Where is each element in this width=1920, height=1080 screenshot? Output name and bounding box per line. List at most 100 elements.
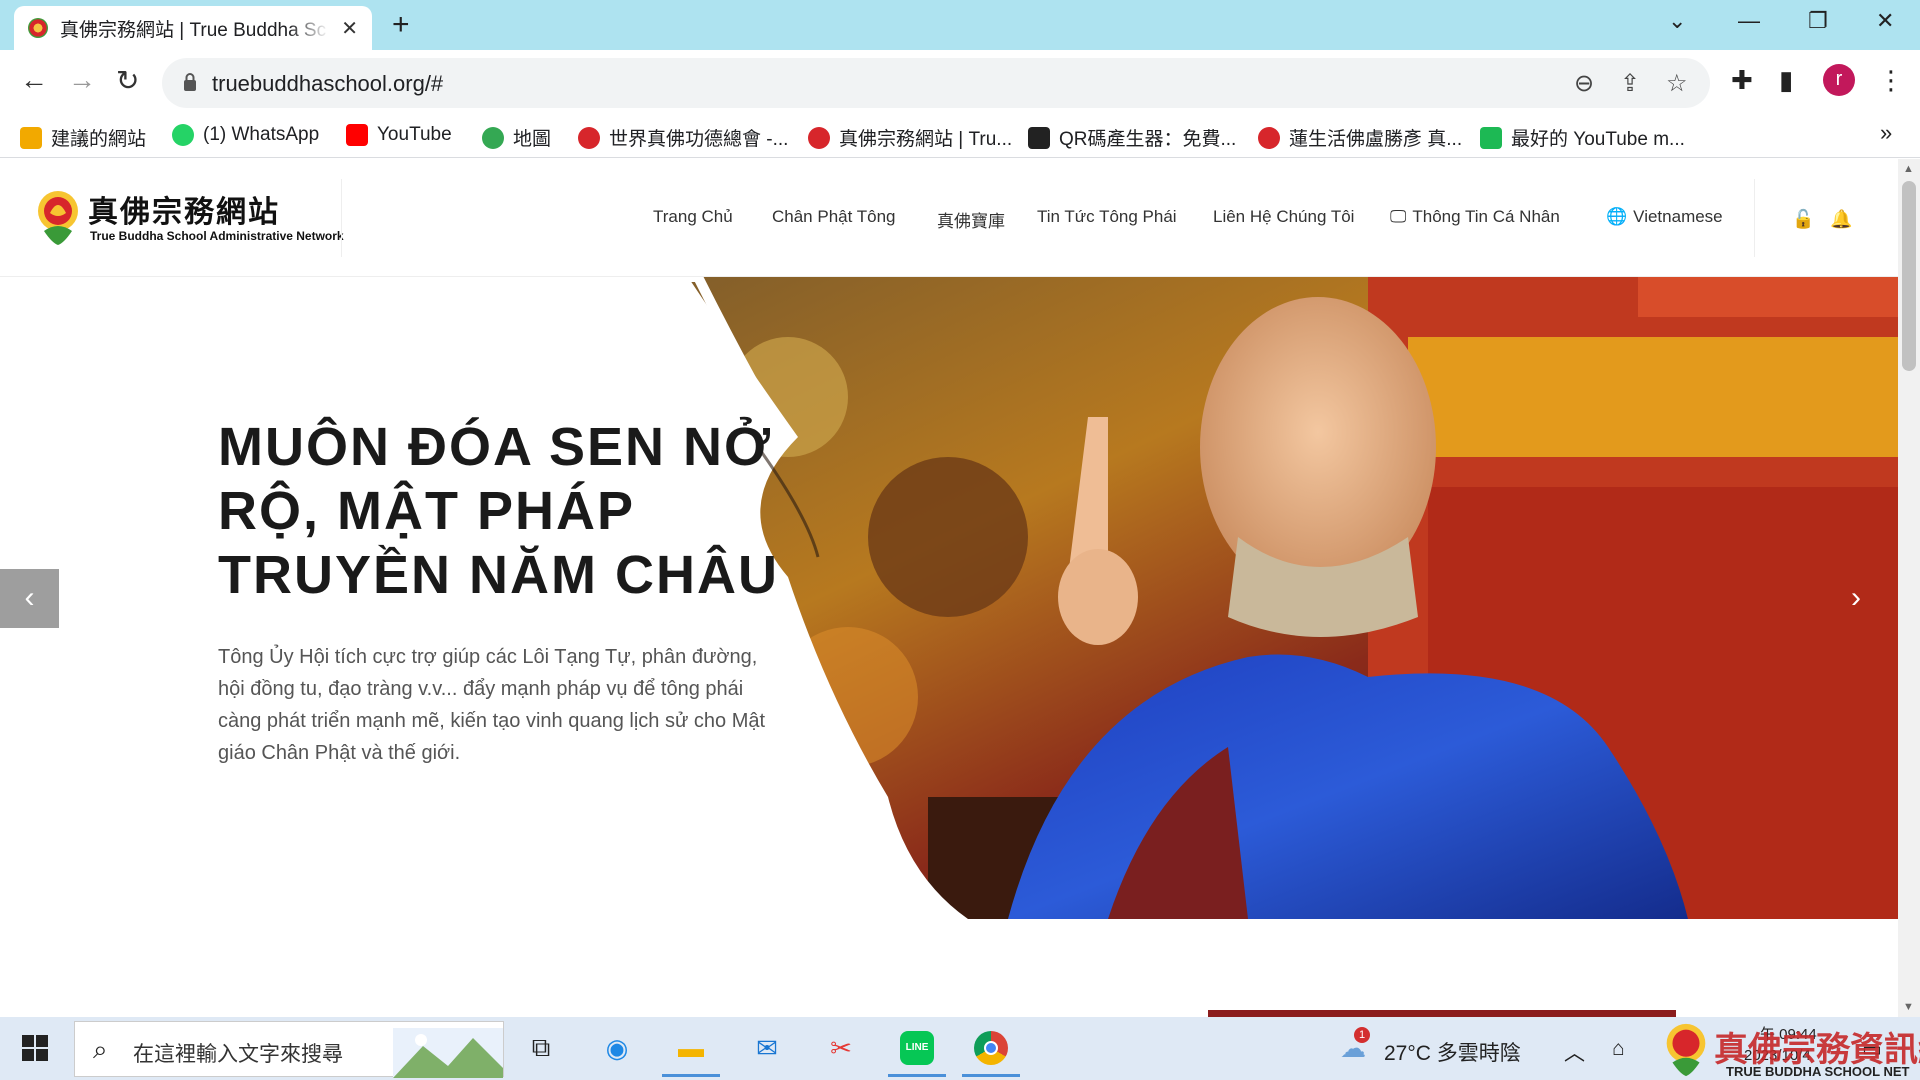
tab-strip: 真佛宗務網站 | True Buddha Sc ✕ + ⌄ — ❐ ✕: [0, 0, 1920, 50]
menu-item-contact[interactable]: Liên Hệ Chúng Tôi: [1213, 207, 1354, 227]
more-menu-icon[interactable]: ⋮: [1878, 65, 1904, 96]
lotus-emblem-icon: [38, 191, 78, 245]
slider-next-button[interactable]: ›: [1836, 569, 1876, 628]
edge-browser-icon[interactable]: ◉: [596, 1027, 638, 1069]
site-logo[interactable]: 真佛宗務網站 True Buddha School Administrative…: [34, 187, 344, 249]
bookmark-label: 世界真佛功德總會 -...: [609, 129, 789, 150]
menu-label: Liên Hệ Chúng Tôi: [1213, 207, 1355, 226]
logo-chinese-text: 真佛宗務網站: [88, 195, 280, 230]
hero-title: MUÔN ĐÓA SEN NỞ RỘ, MẬT PHÁP TRUYỀN NĂM …: [218, 417, 779, 605]
menu-item-profile[interactable]: 🖵 Thông Tin Cá Nhân: [1390, 207, 1560, 227]
weather-badge: 1: [1354, 1027, 1370, 1043]
monitor-icon: 🖵: [1390, 207, 1407, 226]
menu-label: Trang Chủ: [653, 207, 733, 226]
music-icon: [1480, 126, 1502, 149]
weather-text[interactable]: 27°C 多雲時陰: [1384, 1037, 1521, 1067]
scroll-up-arrow-icon[interactable]: ▲: [1903, 163, 1914, 175]
search-highlight-illustration: [393, 1028, 503, 1078]
hero-description: Tông Ủy Hội tích cực trợ giúp các Lôi Tạ…: [218, 646, 766, 764]
hero-slider: MUÔN ĐÓA SEN NỞ RỘ, MẬT PHÁP TRUYỀN NĂM …: [0, 277, 1898, 919]
back-arrow-icon[interactable]: ←: [20, 64, 48, 96]
bookmark-item[interactable]: 建議的網站: [20, 124, 146, 151]
bookmark-label: QR碼產生器：免費...: [1059, 129, 1237, 150]
line-app-icon[interactable]: LINE: [888, 1027, 946, 1077]
site-header: 真佛宗務網站 True Buddha School Administrative…: [0, 159, 1898, 277]
taskbar-search-box[interactable]: ⌕ 在這裡輸入文字來搜尋: [74, 1021, 504, 1078]
bookmark-item[interactable]: YouTube: [346, 124, 452, 146]
bookmark-label: 建議的網站: [51, 129, 147, 150]
bookmark-item[interactable]: 蓮生活佛盧勝彥 真...: [1258, 124, 1462, 151]
scrollbar-thumb[interactable]: [1902, 181, 1916, 371]
tab-title: 真佛宗務網站 | True Buddha Sc: [60, 19, 327, 41]
bookmark-item[interactable]: QR碼產生器：免費...: [1028, 124, 1236, 151]
restore-icon[interactable]: ❐: [1808, 8, 1828, 34]
windows-taskbar: ⌕ 在這裡輸入文字來搜尋 ⧉ ◉ ▬ ✉ ✂ LINE ☁ 1 27°C 多雲時…: [0, 1017, 1920, 1080]
tray-chevron-icon[interactable]: ︿: [1564, 1037, 1585, 1067]
bookmark-label: 最好的 YouTube m...: [1511, 129, 1685, 150]
lotus-favicon: [1258, 126, 1280, 149]
tab-search-chevron-icon[interactable]: ⌄: [1668, 8, 1686, 34]
snipping-tool-icon[interactable]: ✂: [820, 1027, 862, 1069]
bookmark-label: 地圖: [513, 129, 552, 150]
browser-tab[interactable]: 真佛宗務網站 | True Buddha Sc ✕: [14, 6, 372, 50]
task-view-icon[interactable]: ⧉: [520, 1027, 562, 1069]
bookmark-item[interactable]: 最好的 YouTube m...: [1480, 124, 1685, 151]
file-explorer-icon[interactable]: ▬: [662, 1027, 720, 1077]
forward-arrow-icon[interactable]: →: [68, 64, 96, 96]
globe-icon: 🌐: [1606, 207, 1628, 226]
bookmark-star-icon[interactable]: ☆: [1666, 69, 1688, 98]
new-tab-button[interactable]: +: [392, 8, 410, 42]
bookmark-label: (1) WhatsApp: [203, 124, 320, 145]
logo-english-text: True Buddha School Administrative Networ…: [90, 229, 344, 243]
menu-label: Tin Tức Tông Phái: [1037, 207, 1177, 226]
menu-label: Vietnamese: [1633, 207, 1723, 226]
more-bookmarks-chevron-icon[interactable]: »: [1880, 120, 1892, 146]
address-bar[interactable]: truebuddhaschool.org/# ⊖ ⇪ ☆: [162, 58, 1710, 108]
lotus-emblem-icon: [1666, 1023, 1706, 1077]
menu-item-news[interactable]: Tin Tức Tông Phái: [1037, 207, 1177, 227]
bookmark-item[interactable]: 真佛宗務網站 | Tru...: [808, 124, 1012, 151]
chrome-browser-icon[interactable]: [962, 1027, 1020, 1077]
slider-prev-button[interactable]: ‹: [0, 569, 59, 628]
side-panel-icon[interactable]: ▮: [1779, 65, 1793, 96]
watermark-english: TRUE BUDDHA SCHOOL NET: [1726, 1064, 1910, 1079]
maps-pin-icon: [482, 126, 504, 149]
bookmark-item[interactable]: 世界真佛功德總會 -...: [578, 124, 788, 151]
search-icon: ⌕: [93, 1034, 108, 1064]
lotus-favicon: [28, 18, 48, 38]
menu-item-home[interactable]: Trang Chủ: [653, 207, 733, 227]
menu-item-true-buddha-school[interactable]: Chân Phật Tông: [772, 207, 896, 227]
tab-close-icon[interactable]: ✕: [341, 16, 358, 41]
qr-icon: [1028, 126, 1050, 149]
bookmark-label: 真佛宗務網站 | Tru...: [839, 129, 1013, 150]
site-watermark-logo: 真佛宗務資訊網 TRUE BUDDHA SCHOOL NET: [1660, 1020, 1920, 1080]
menu-item-treasury[interactable]: 真佛寶庫: [937, 207, 1005, 232]
bookmark-item[interactable]: 地圖: [482, 124, 551, 151]
bing-icon: [20, 126, 42, 149]
content-banner-edge: [1208, 1010, 1676, 1017]
share-icon[interactable]: ⇪: [1620, 69, 1640, 98]
bookmark-label: YouTube: [377, 124, 452, 145]
bookmark-item[interactable]: (1) WhatsApp: [172, 124, 319, 146]
whatsapp-icon: [172, 124, 194, 146]
mail-icon[interactable]: ✉: [746, 1027, 788, 1069]
lotus-favicon: [808, 126, 830, 149]
minimize-icon[interactable]: —: [1738, 8, 1760, 34]
windows-start-icon[interactable]: [22, 1035, 48, 1061]
lock-login-icon[interactable]: 🔓: [1792, 209, 1814, 230]
scroll-down-arrow-icon[interactable]: ▼: [1903, 1001, 1914, 1013]
bell-icon[interactable]: 🔔: [1830, 209, 1852, 230]
bookmarks-bar: » 建議的網站 (1) WhatsApp YouTube 地圖 世界真佛功德總會 -..…: [0, 114, 1920, 158]
profile-avatar[interactable]: r: [1823, 64, 1855, 96]
lotus-favicon: [578, 126, 600, 149]
page-scrollbar[interactable]: ▲ ▼: [1898, 159, 1920, 1017]
menu-label: Chân Phật Tông: [772, 207, 896, 226]
close-window-icon[interactable]: ✕: [1876, 8, 1894, 34]
extensions-puzzle-icon[interactable]: ✚: [1731, 65, 1753, 96]
language-selector[interactable]: 🌐 Vietnamese: [1606, 207, 1723, 227]
network-icon[interactable]: ⌂: [1612, 1037, 1625, 1061]
url-text: truebuddhaschool.org/#: [212, 71, 444, 96]
youtube-icon: [346, 124, 368, 146]
reload-icon[interactable]: ↻: [116, 64, 139, 97]
zoom-out-icon[interactable]: ⊖: [1574, 69, 1594, 98]
